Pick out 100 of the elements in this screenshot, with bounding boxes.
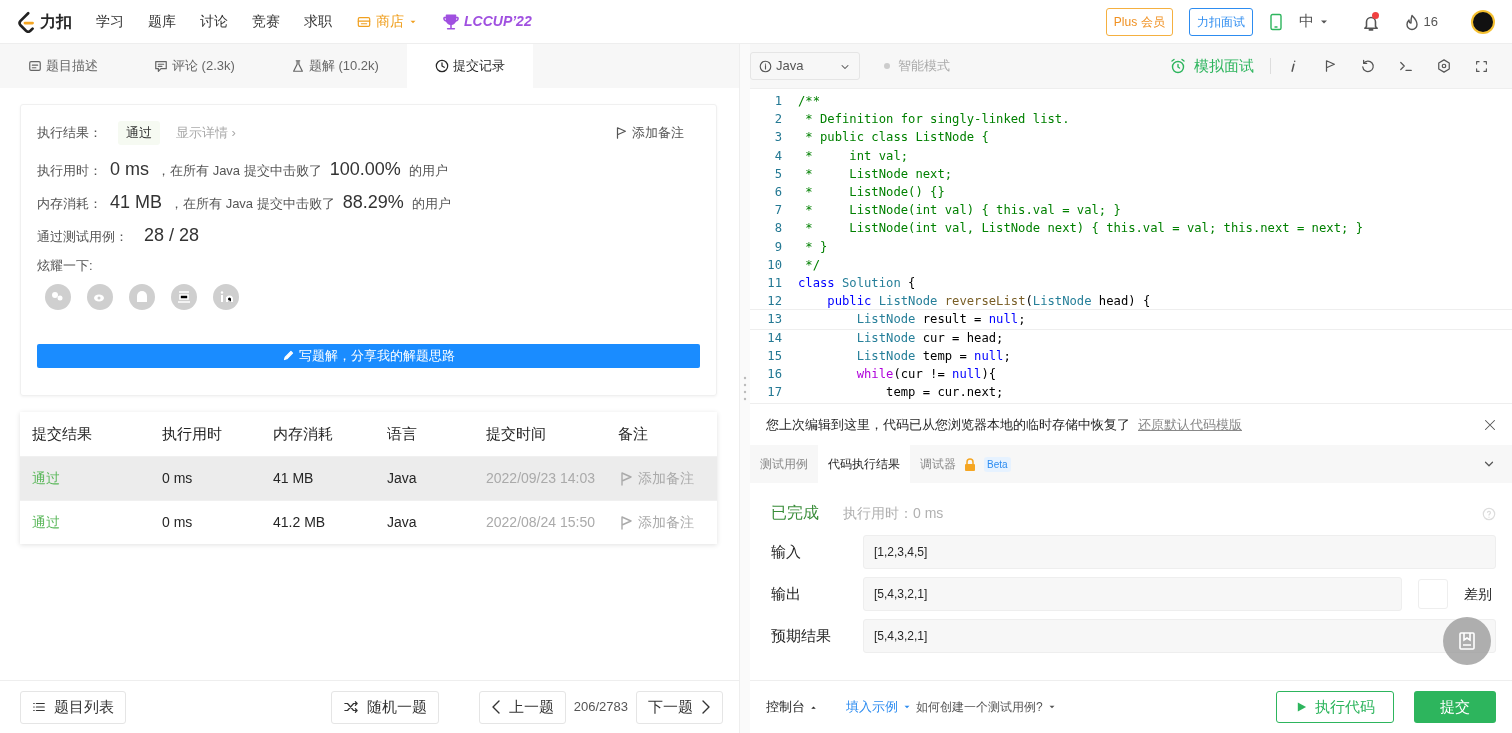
write-solution-button[interactable]: 写题解，分享我的解题思路 [37,343,700,368]
line-number: 13 [766,311,783,329]
previous-button[interactable]: 上一题 [478,690,566,724]
code-line: /** [797,93,820,110]
contest-link[interactable]: LCCUP’22 [442,11,532,32]
line-number: 7 [773,202,783,220]
code-line: class Solution { [797,275,916,293]
test-case-help-link[interactable]: 如何创建一个测试用例? [916,698,1057,716]
table-cell: 0 ms [162,470,193,486]
tab[interactable]: 代码执行结果 [818,445,910,483]
code-line: ListNode cur = head; [855,329,1004,347]
share-label: 炫耀一下: [37,257,94,275]
code-line: while(cur != null){ [855,366,997,384]
line-number: 12 [766,293,783,311]
line-number: 9 [773,238,783,256]
tab[interactable]: 题目描述 [0,44,126,88]
code-line: temp = cur.next; [885,384,1004,402]
code-line: * ListNode() {} [804,184,945,201]
code-line: * public class ListNode { [804,129,989,147]
result-label: 执行结果： [37,124,102,143]
line-number: 6 [773,184,783,201]
language-selector[interactable]: 中 [1298,10,1330,33]
tab[interactable]: 调试器 Beta [910,445,1021,483]
line-number: 17 [766,384,783,402]
table-cell: 2022/08/24 15:50 [486,514,595,530]
tests-value: 28 / 28 [144,224,200,247]
field-label: 预期结果 [771,625,832,646]
tab[interactable]: 提交记录 [406,44,533,88]
stat-percent: 88.29% [342,191,404,214]
add-note-button[interactable]: 添加备注 [614,123,684,143]
column-header: 内存消耗 [273,424,333,442]
output-field: [5,4,3,2,1] [863,577,1402,611]
table-cell: 41 MB [273,470,314,486]
stat-label: 执行用时： [37,162,102,180]
line-number: 2 [773,111,783,129]
stat-value: 41 MB [110,191,163,214]
nav-link[interactable]: 学习 [96,11,124,32]
streak-count: 16 [1423,12,1438,31]
tab[interactable]: 评论 (2.3k) [126,44,263,88]
interview-button[interactable]: 力扣面试 [1188,7,1253,36]
output-field: [1,2,3,4,5] [863,535,1496,569]
line-number: 3 [773,129,783,147]
code-line: * int val; [804,147,909,165]
nav-link[interactable]: 竞赛 [252,11,280,32]
beta-badge: Beta [984,456,1011,472]
column-header: 语言 [387,424,417,442]
nav-link[interactable]: 讨论 [200,11,228,32]
run-status: 已完成 [771,503,819,523]
language-select[interactable]: Java [750,52,860,80]
stat-value: 0 ms [110,158,149,181]
code-line: */ [804,256,820,274]
output-field: [5,4,3,2,1] [863,619,1496,653]
tab[interactable]: 测试用例 [750,445,818,483]
table-cell: 41.2 MB [273,514,326,530]
field-label: 输出 [771,583,802,604]
stat-percent: 100.00% [329,158,401,181]
restore-notice: 您上次编辑到这里，代码已从您浏览器本地的临时存储中恢复了 [766,415,1130,434]
line-number: 1 [773,93,783,110]
code-line: * Definition for singly-linked list. [804,111,1070,129]
line-number: 15 [766,347,783,365]
code-line: public ListNode reverseList(ListNode head) { [826,293,1151,311]
line-number: 5 [773,165,783,183]
code-line: * ListNode(int val) { this.val = val; } [804,202,1121,220]
problem-list-button[interactable]: 题目列表 [20,690,126,724]
stat-text: ，在所有 Java 提交中击败了 [157,162,322,180]
code-line: * ListNode next; [804,165,953,183]
runtime-text: 执行用时：0 ms [843,503,944,523]
result-status: 通过 [118,121,160,145]
line-number: 10 [766,256,783,274]
stat-suffix: 的用户 [408,162,448,180]
logo-text[interactable]: 力扣 [40,9,72,34]
stat-text: ，在所有 Java 提交中击败了 [170,195,335,213]
line-number: 14 [766,329,783,347]
next-button[interactable]: 下一题 [636,690,723,724]
table-cell: Java [387,514,417,530]
restore-default-link[interactable]: 还原默认代码模版 [1138,414,1242,435]
code-line: ListNode result = null; [855,311,1026,329]
nav-link[interactable]: 求职 [304,11,332,32]
column-header: 提交结果 [32,424,92,442]
random-button[interactable]: 随机一题 [330,690,439,724]
stat-suffix: 的用户 [411,195,451,213]
table-cell: 0 ms [162,514,193,530]
line-number: 8 [773,220,783,238]
line-number: 11 [766,275,783,293]
diff-label: 差别 [1464,584,1492,604]
page-counter: 206/2783 [573,698,628,717]
tests-label: 通过测试用例： [37,228,128,246]
nav-link[interactable]: 题库 [148,11,176,32]
column-header: 备注 [618,424,648,442]
console-toggle[interactable]: 控制台 [766,697,818,717]
table-cell: 2022/09/23 14:03 [486,470,595,486]
column-header: 执行用时 [162,424,222,442]
line-number: 16 [766,366,783,384]
field-label: 输入 [771,541,802,562]
table-cell: Java [387,470,417,486]
tab[interactable]: 题解 (10.2k) [262,44,407,88]
code-line: * ListNode(int val, ListNode next) { this.val = val; this.next = next; } [804,220,1363,238]
code-line: * } [804,238,828,256]
code-line: ListNode temp = null; [855,347,1011,365]
fill-example-button[interactable]: 填入示例 [846,697,912,717]
